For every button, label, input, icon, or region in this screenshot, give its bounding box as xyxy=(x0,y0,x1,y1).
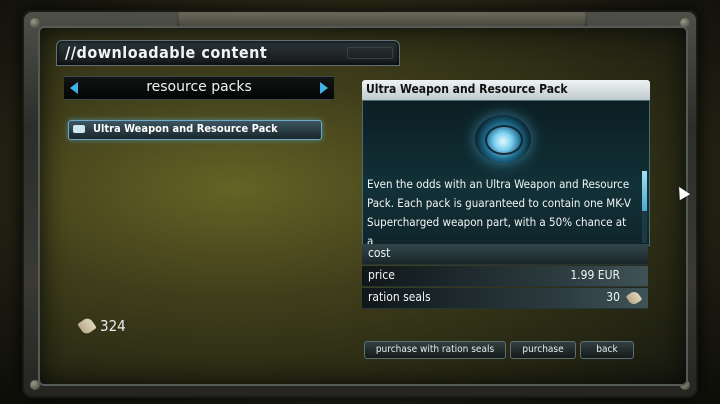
ration-seals-balance: 324 xyxy=(77,316,126,336)
title-notch-decoration xyxy=(347,47,393,59)
cost-label: cost xyxy=(368,246,391,260)
list-item-label: Ultra Weapon and Resource Pack xyxy=(93,122,278,135)
detail-body: Even the odds with an Ultra Weapon and R… xyxy=(362,100,650,246)
ration-seals-row: ration seals 30 xyxy=(362,288,648,309)
back-button[interactable]: back xyxy=(580,341,634,359)
item-description: Even the odds with an Ultra Weapon and R… xyxy=(367,177,631,246)
purchase-button[interactable]: purchase xyxy=(510,341,576,359)
list-item[interactable]: Ultra Weapon and Resource Pack xyxy=(68,120,322,140)
scroll-thumb[interactable] xyxy=(642,171,647,211)
category-label: resource packs xyxy=(146,79,252,95)
purchase-with-seals-button[interactable]: purchase with ration seals xyxy=(364,341,506,359)
ration-seals-label: ration seals xyxy=(368,290,431,304)
ration-seal-icon xyxy=(77,316,97,336)
ration-seals-value: 30 xyxy=(606,290,620,304)
list-bullet-icon xyxy=(73,125,85,133)
cost-row: cost xyxy=(362,244,648,265)
game-scene: //downloadable content resource packs Ul… xyxy=(0,0,720,404)
action-buttons: purchase with ration seals purchase back xyxy=(364,341,634,359)
page-title: //downloadable content xyxy=(65,43,268,62)
ration-seals-count: 324 xyxy=(100,317,126,335)
ration-seal-icon xyxy=(625,289,643,307)
arrow-right-icon[interactable] xyxy=(320,82,328,94)
detail-title: Ultra Weapon and Resource Pack xyxy=(366,82,568,96)
bolt-icon xyxy=(30,18,40,28)
description-scrollbar[interactable] xyxy=(642,171,647,243)
category-selector[interactable]: resource packs xyxy=(64,76,334,100)
price-value: 1.99 EUR xyxy=(570,268,620,282)
price-row: price 1.99 EUR xyxy=(362,266,648,287)
store-screen: //downloadable content resource packs Ul… xyxy=(38,26,688,386)
detail-header: Ultra Weapon and Resource Pack xyxy=(362,80,650,100)
detail-panel: Ultra Weapon and Resource Pack Even the … xyxy=(362,80,652,344)
price-label: price xyxy=(368,268,395,282)
pack-orb-icon xyxy=(475,115,531,163)
title-bar: //downloadable content xyxy=(56,40,400,66)
